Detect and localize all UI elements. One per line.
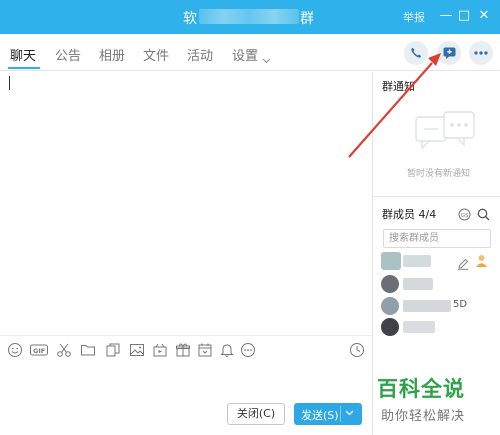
close-window-button[interactable]: ✕ <box>475 6 493 26</box>
member-name-redacted <box>403 321 435 333</box>
phone-icon[interactable] <box>404 41 428 65</box>
gift-icon[interactable] <box>175 342 191 358</box>
members-settings-icon[interactable]: GS <box>458 206 471 225</box>
scissors-icon[interactable] <box>56 342 72 358</box>
more-dots-icon[interactable] <box>240 342 256 358</box>
owner-badge-icon <box>474 253 489 272</box>
tab-notice[interactable]: 公告 <box>55 45 81 64</box>
gif-icon[interactable]: GIF <box>30 342 48 358</box>
avatar <box>381 252 401 270</box>
tab-chat[interactable]: 聊天 <box>10 45 36 64</box>
member-name-fragment: 5D <box>453 299 468 310</box>
close-button[interactable]: 关闭(C) <box>227 403 285 425</box>
member-row[interactable] <box>381 318 491 340</box>
chevron-down-icon[interactable] <box>262 49 271 68</box>
folder-icon[interactable] <box>80 342 96 358</box>
title-bar: 软 群 举报 — □ ✕ <box>0 0 500 34</box>
window-title-end: 群 <box>300 11 314 27</box>
tab-album[interactable]: 相册 <box>99 45 125 64</box>
member-name-redacted <box>403 278 433 290</box>
notice-empty-text: 暂时没有新通知 <box>407 169 471 179</box>
calendar-icon[interactable] <box>197 342 213 358</box>
svg-text:GS: GS <box>461 213 469 219</box>
members-search-icon[interactable] <box>477 206 490 225</box>
notice-members-divider <box>373 196 500 197</box>
title-redacted <box>199 9 299 24</box>
member-search-input[interactable]: 搜索群成员 <box>383 229 491 248</box>
tab-settings[interactable]: 设置 <box>232 45 258 64</box>
send-split-divider <box>340 406 341 422</box>
send-button[interactable]: 发送(S) <box>294 403 362 425</box>
svg-text:GIF: GIF <box>33 347 45 355</box>
send-button-label: 发送(S) <box>301 409 339 422</box>
add-app-icon[interactable] <box>437 41 461 65</box>
avatar <box>381 318 399 336</box>
image-icon[interactable] <box>129 342 145 358</box>
emoji-icon[interactable] <box>7 342 23 358</box>
report-button[interactable]: 举报 <box>403 9 425 25</box>
tab-bar: 聊天 公告 相册 文件 活动 设置 <box>0 34 500 71</box>
member-row[interactable] <box>381 275 491 297</box>
active-tab-indicator <box>8 67 40 69</box>
notice-title: 群通知 <box>382 80 415 93</box>
toolbar-divider <box>0 335 372 336</box>
empty-notice-illustration-icon <box>410 109 480 163</box>
avatar <box>381 275 399 293</box>
docs-icon[interactable] <box>105 342 121 358</box>
member-name-redacted <box>403 300 451 312</box>
message-input-area[interactable] <box>0 72 372 335</box>
member-row[interactable]: 5D <box>381 297 491 319</box>
history-clock-icon[interactable] <box>349 342 365 358</box>
send-options-chevron-icon[interactable] <box>345 406 354 423</box>
avatar <box>381 297 399 315</box>
bell-icon[interactable] <box>219 342 235 358</box>
minimize-button[interactable]: — <box>437 6 455 26</box>
edit-icon[interactable] <box>457 255 469 274</box>
watermark-title: 百科全说 <box>377 377 465 401</box>
maximize-button[interactable]: □ <box>455 6 473 26</box>
tab-activity[interactable]: 活动 <box>187 45 213 64</box>
watermark-subtitle: 助你轻松解决 <box>381 409 466 424</box>
member-name-redacted <box>403 255 431 267</box>
members-title: 群成员 4/4 <box>382 208 437 221</box>
media-icon[interactable] <box>152 342 168 358</box>
panel-divider <box>372 72 373 435</box>
more-icon[interactable] <box>469 41 493 65</box>
text-cursor <box>9 76 10 90</box>
tab-files[interactable]: 文件 <box>143 45 169 64</box>
window-title-start: 软 <box>183 11 197 27</box>
member-row[interactable] <box>381 252 491 274</box>
